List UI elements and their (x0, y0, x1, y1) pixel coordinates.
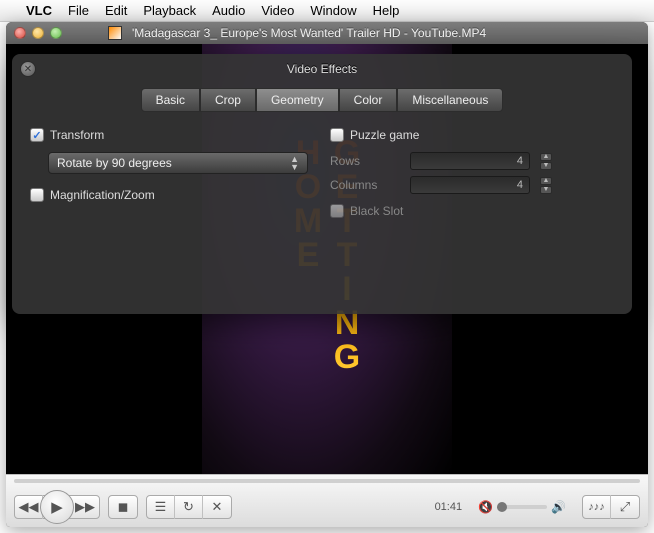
rows-field[interactable]: 4 (410, 152, 530, 170)
menubar-audio[interactable]: Audio (212, 3, 245, 18)
menubar-help[interactable]: Help (373, 3, 400, 18)
volume-icon[interactable]: 🔊 (551, 500, 566, 514)
rows-stepper[interactable]: ▲▼ (540, 153, 552, 170)
volume-slider[interactable] (497, 505, 547, 509)
tab-geometry[interactable]: Geometry (256, 88, 339, 112)
time-elapsed[interactable]: 01:41 (435, 501, 463, 513)
mute-icon[interactable]: 🔇 (478, 500, 493, 514)
transform-checkbox[interactable]: ✓ (30, 128, 44, 142)
window-title: 'Madagascar 3_ Europe's Most Wanted' Tra… (132, 26, 640, 40)
transform-label: Transform (50, 128, 104, 142)
menubar-edit[interactable]: Edit (105, 3, 127, 18)
repeat-button[interactable]: ↻ (175, 495, 203, 519)
tab-basic[interactable]: Basic (141, 88, 200, 112)
transform-select-value: Rotate by 90 degrees (57, 156, 172, 170)
menubar-video[interactable]: Video (261, 3, 294, 18)
prev-button[interactable]: ◀◀ (15, 495, 43, 519)
columns-label: Columns (330, 178, 400, 192)
puzzle-label: Puzzle game (350, 128, 419, 142)
player-controls: ◀◀ ▶ ▶▶ ◼ ☰ ↻ ✕ 01:41 🔇 🔊 ♪♪♪ ⤢ (6, 474, 648, 527)
blackslot-checkbox[interactable]: ✓ (330, 204, 344, 218)
magnification-checkbox[interactable]: ✓ (30, 188, 44, 202)
columns-stepper[interactable]: ▲▼ (540, 177, 552, 194)
blackslot-label: Black Slot (350, 204, 403, 218)
puzzle-option: ✓ Puzzle game (330, 128, 614, 142)
geometry-right-column: ✓ Puzzle game Rows 4 ▲▼ Columns 4 ▲▼ ✓ B… (330, 128, 614, 228)
menubar-window[interactable]: Window (310, 3, 356, 18)
effects-tabs: Basic Crop Geometry Color Miscellaneous (12, 88, 632, 112)
stop-button[interactable]: ◼ (109, 495, 137, 519)
menubar-app[interactable]: VLC (26, 3, 52, 18)
geometry-left-column: ✓ Transform Rotate by 90 degrees ▲▼ ✓ Ma… (30, 128, 314, 228)
window-titlebar: 'Madagascar 3_ Europe's Most Wanted' Tra… (6, 22, 648, 44)
tab-color[interactable]: Color (339, 88, 398, 112)
transform-select[interactable]: Rotate by 90 degrees ▲▼ (48, 152, 308, 174)
window-minimize-button[interactable] (32, 27, 44, 39)
file-type-icon (108, 26, 122, 40)
select-arrows-icon: ▲▼ (290, 155, 299, 171)
mac-menubar: VLC File Edit Playback Audio Video Windo… (0, 0, 654, 22)
menubar-file[interactable]: File (68, 3, 89, 18)
window-traffic-lights (14, 27, 62, 39)
playback-group: ◀◀ ▶ ▶▶ (14, 495, 100, 519)
rows-label: Rows (330, 154, 400, 168)
menubar-playback[interactable]: Playback (143, 3, 196, 18)
play-button[interactable]: ▶ (40, 490, 74, 524)
blackslot-option: ✓ Black Slot (330, 204, 614, 218)
magnification-option: ✓ Magnification/Zoom (30, 188, 314, 202)
shuffle-button[interactable]: ✕ (203, 495, 231, 519)
video-effects-panel: ✕ Video Effects Basic Crop Geometry Colo… (12, 54, 632, 314)
window-zoom-button[interactable] (50, 27, 62, 39)
columns-field[interactable]: 4 (410, 176, 530, 194)
progress-bar[interactable] (6, 475, 648, 487)
window-close-button[interactable] (14, 27, 26, 39)
tab-miscellaneous[interactable]: Miscellaneous (397, 88, 503, 112)
fullscreen-button[interactable]: ⤢ (611, 495, 639, 519)
volume-control: 🔇 🔊 (478, 500, 566, 514)
puzzle-checkbox[interactable]: ✓ (330, 128, 344, 142)
playlist-button[interactable]: ☰ (147, 495, 175, 519)
magnification-label: Magnification/Zoom (50, 188, 155, 202)
equalizer-button[interactable]: ♪♪♪ (583, 495, 611, 519)
next-button[interactable]: ▶▶ (71, 495, 99, 519)
panel-title: Video Effects (20, 62, 624, 76)
transform-option: ✓ Transform (30, 128, 314, 142)
tab-crop[interactable]: Crop (200, 88, 256, 112)
